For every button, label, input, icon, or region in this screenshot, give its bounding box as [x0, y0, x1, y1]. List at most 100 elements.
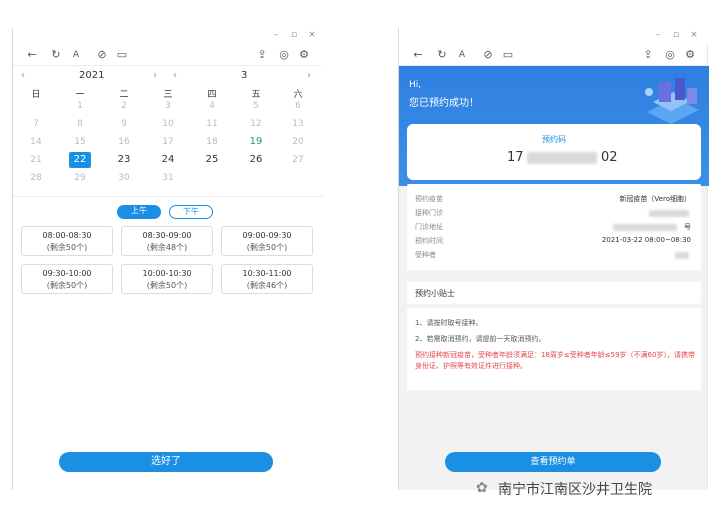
calendar-day[interactable]: 10 — [157, 116, 179, 132]
tip-1: 1、请按时取号接种。 — [415, 319, 483, 327]
slot-remaining: (剩余50个) — [46, 281, 88, 290]
link-icon[interactable]: ⊘ — [481, 48, 495, 62]
name-redacted — [675, 252, 689, 259]
calendar-day[interactable]: 1 — [69, 98, 91, 114]
prev-year-icon[interactable]: ‹ — [21, 69, 25, 83]
calendar-day[interactable]: 5 — [245, 98, 267, 114]
share-icon[interactable]: ⇪ — [641, 48, 655, 62]
close-icon[interactable]: × — [305, 28, 319, 42]
slot-time: 08:00-08:30 — [42, 231, 92, 240]
slot-remaining: (剩余46个) — [246, 281, 288, 290]
toolbar: ← ↻ A ⊘ ▭ ⇪ ◎ ⚙ — [13, 44, 322, 66]
calendar-day[interactable]: 2 — [113, 98, 135, 114]
next-month-icon[interactable]: › — [307, 69, 311, 83]
gear-icon[interactable]: ⚙ — [297, 48, 311, 62]
slot-time: 10:00-10:30 — [142, 269, 192, 278]
calendar-day[interactable]: 11 — [201, 116, 223, 132]
window-icon[interactable]: ▭ — [115, 48, 129, 62]
confirm-button[interactable]: 选好了 — [59, 452, 273, 472]
success-text: 您已预约成功！ — [409, 98, 479, 109]
tips-header: 预约小贴士 — [407, 282, 701, 304]
link-icon[interactable]: ⊘ — [95, 48, 109, 62]
calendar-day[interactable]: 4 — [201, 98, 223, 114]
watermark: ✿ 南宁市江南区沙井卫生院 — [476, 478, 716, 498]
calendar-day[interactable]: 19 — [245, 134, 267, 150]
wechat-icon: ✿ — [476, 480, 488, 496]
detail-label: 门诊地址 — [415, 223, 443, 231]
calendar-day[interactable]: 29 — [69, 170, 91, 186]
minimize-icon[interactable]: – — [269, 28, 283, 42]
font-icon[interactable]: A — [455, 48, 469, 62]
refresh-icon[interactable]: ↻ — [49, 48, 63, 62]
calendar-day[interactable]: 17 — [157, 134, 179, 150]
calendar-day[interactable]: 28 — [25, 170, 47, 186]
close-icon[interactable]: × — [687, 28, 701, 42]
calendar-day[interactable]: 6 — [287, 98, 309, 114]
calendar-day[interactable]: 20 — [287, 134, 309, 150]
calendar-day[interactable]: 3 — [157, 98, 179, 114]
weekday-label: 日 — [31, 90, 41, 100]
time-slot-button[interactable]: 08:00-08:30 (剩余50个) — [21, 226, 113, 256]
calendar-day[interactable]: 25 — [201, 152, 223, 168]
tab-am[interactable]: 上午 — [117, 205, 161, 219]
next-year-icon[interactable]: › — [153, 69, 157, 83]
detail-value: 新冠疫苗（Vero细胞） — [619, 195, 691, 203]
calendar-day[interactable]: 21 — [25, 152, 47, 168]
calendar-day[interactable]: 24 — [157, 152, 179, 168]
calendar-day[interactable]: 13 — [287, 116, 309, 132]
toolbar: ← ↻ A ⊘ ▭ ⇪ ◎ ⚙ — [399, 44, 707, 66]
slot-remaining: (剩余50个) — [46, 243, 88, 252]
back-arrow-icon[interactable]: ← — [411, 48, 425, 62]
vaccine-illustration — [645, 78, 699, 124]
back-arrow-icon[interactable]: ← — [25, 48, 39, 62]
calendar-day[interactable]: 8 — [69, 116, 91, 132]
prev-month-icon[interactable]: ‹ — [173, 69, 177, 83]
appointment-code-card: 预约码 17 02 — [407, 124, 701, 180]
slot-time: 10:30-11:00 — [242, 269, 292, 278]
slot-time: 09:30-10:00 — [42, 269, 92, 278]
calendar-day[interactable]: 14 — [25, 134, 47, 150]
tab-pm[interactable]: 下午 — [169, 205, 213, 219]
calendar-day[interactable]: 15 — [69, 134, 91, 150]
detail-label: 接种门诊 — [415, 209, 443, 217]
refresh-icon[interactable]: ↻ — [435, 48, 449, 62]
tip-2: 2、若需取消预约，请提前一天取消预约。 — [415, 335, 546, 343]
calendar-day[interactable]: 30 — [113, 170, 135, 186]
calendar-day[interactable]: 9 — [113, 116, 135, 132]
calendar-day[interactable]: 26 — [245, 152, 267, 168]
details-card: 预约疫苗 新冠疫苗（Vero细胞） 接种门诊 门诊地址 号预约时间 2021-03-22 … — [407, 184, 701, 270]
gear-icon[interactable]: ⚙ — [683, 48, 697, 62]
maximize-icon[interactable]: ▫ — [669, 28, 683, 42]
time-slot-button[interactable]: 09:30-10:00 (剩余50个) — [21, 264, 113, 294]
font-icon[interactable]: A — [69, 48, 83, 62]
calendar-day[interactable]: 31 — [157, 170, 179, 186]
code-suffix: 02 — [601, 150, 618, 165]
tips-title: 预约小贴士 — [415, 289, 455, 298]
calendar-day[interactable]: 27 — [287, 152, 309, 168]
slot-remaining: (剩余48个) — [146, 243, 188, 252]
calendar-day[interactable]: 12 — [245, 116, 267, 132]
minimize-icon[interactable]: – — [651, 28, 665, 42]
time-slot-button[interactable]: 10:00-10:30 (剩余50个) — [121, 264, 213, 294]
calendar-day[interactable]: 7 — [25, 116, 47, 132]
code-redacted — [527, 152, 597, 164]
window-icon[interactable]: ▭ — [501, 48, 515, 62]
detail-label: 预约时间 — [415, 237, 443, 245]
clinic-redacted — [649, 210, 689, 217]
detail-label: 预约疫苗 — [415, 195, 443, 203]
calendar-day[interactable]: 23 — [113, 152, 135, 168]
address-redacted — [613, 224, 677, 231]
view-appointment-button[interactable]: 查看预约单 — [445, 452, 661, 472]
calendar-day[interactable]: 16 — [113, 134, 135, 150]
time-slot-button[interactable]: 10:30-11:00 (剩余46个) — [221, 264, 313, 294]
time-slot-button[interactable]: 08:30-09:00 (剩余48个) — [121, 226, 213, 256]
detail-value: 号 — [684, 223, 691, 231]
calendar-day[interactable]: 22 — [69, 152, 91, 168]
settings-icon[interactable]: ◎ — [277, 48, 291, 62]
settings-icon[interactable]: ◎ — [663, 48, 677, 62]
share-icon[interactable]: ⇪ — [255, 48, 269, 62]
maximize-icon[interactable]: ▫ — [287, 28, 301, 42]
time-slot-button[interactable]: 09:00-09:30 (剩余50个) — [221, 226, 313, 256]
greeting: Hi, — [409, 80, 422, 90]
calendar-day[interactable]: 18 — [201, 134, 223, 150]
